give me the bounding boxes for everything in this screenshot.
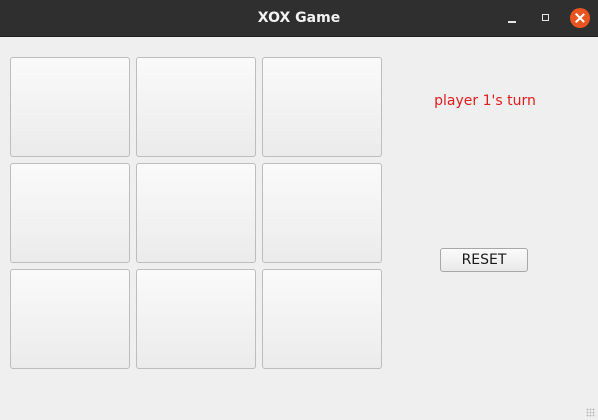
board-cell-7[interactable] [10,269,130,369]
board-cell-2[interactable] [136,57,256,157]
board-cell-4[interactable] [10,163,130,263]
title-bar[interactable]: XOX Game [0,0,598,37]
board-cell-9[interactable] [262,269,382,369]
minimize-icon[interactable] [502,8,522,28]
board-cell-5[interactable] [136,163,256,263]
board-cell-3[interactable] [262,57,382,157]
app-window: XOX Game player 1's turn RESET [0,0,598,420]
game-board [10,57,382,369]
close-icon[interactable] [570,8,590,28]
board-cell-6[interactable] [262,163,382,263]
reset-button[interactable]: RESET [440,248,528,272]
resize-grip-icon[interactable] [586,408,595,417]
board-cell-8[interactable] [136,269,256,369]
maximize-icon[interactable] [536,8,556,28]
board-cell-1[interactable] [10,57,130,157]
turn-status-label: player 1's turn [434,93,536,109]
